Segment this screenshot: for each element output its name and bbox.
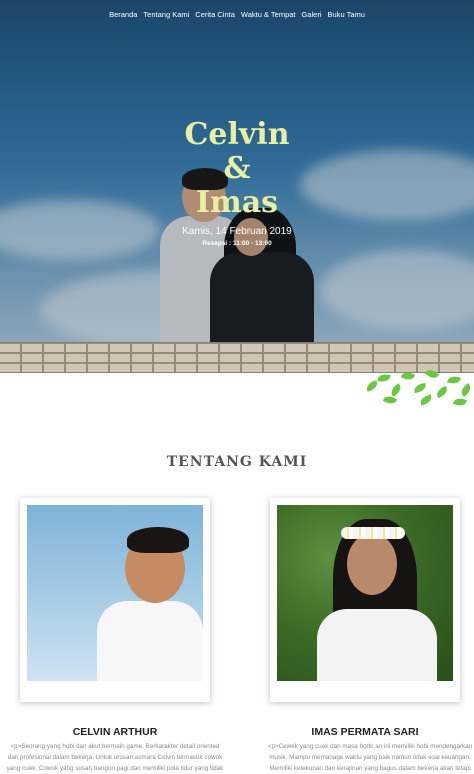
- hero-ampersand: &: [223, 151, 251, 186]
- leaf-icon: [364, 380, 380, 392]
- groom-name: CELVIN ARTHUR: [72, 726, 158, 738]
- groom-desc-line: yang cuek. Cowok yang susah bangun pagi …: [6, 765, 224, 772]
- groom-desc-line: <p>Seorang yang hobi dan akut bermain ga…: [10, 743, 220, 750]
- bride-desc-line: <p>Cewek yang cuek dan masa bodo an ini …: [267, 743, 473, 750]
- leaf-icon: [388, 383, 404, 397]
- groom-shirt: [97, 601, 203, 681]
- leaf-icon: [377, 373, 391, 383]
- leaves-decoration: [362, 367, 474, 408]
- bride-description: <p>Cewek yang cuek dan masa bodo an ini …: [250, 741, 474, 774]
- leaf-icon: [434, 385, 450, 399]
- bride-dress: [317, 609, 437, 681]
- groom-desc-line: dan profesional dalam bekerja. Untuk uru…: [7, 754, 223, 761]
- hero-date: Kamis, 14 Februari 2019: [182, 226, 292, 237]
- groom-photo-card: [20, 498, 210, 702]
- nav-waktu-tempat[interactable]: Waktu & Tempat: [241, 10, 296, 19]
- hero-name-groom: Celvin: [184, 117, 290, 152]
- bride-face: [347, 533, 397, 595]
- leaf-icon: [400, 369, 416, 383]
- bride-photo-card: [270, 498, 460, 702]
- nav-tentang-kami[interactable]: Tentang Kami: [143, 10, 189, 19]
- groom-description: <p>Seorang yang hobi dan akut bermain ga…: [0, 741, 240, 774]
- bride-photo: [277, 505, 453, 681]
- leaf-icon: [424, 367, 440, 381]
- hero-section: Beranda Tentang Kami Cerita Cinta Waktu …: [0, 0, 474, 342]
- hero-time: Resepsi : 11:00 - 13:00: [202, 240, 272, 247]
- section-title-tentang-kami: TENTANG KAMI: [166, 454, 308, 470]
- hero-name-bride: Imas: [195, 185, 279, 220]
- groom-hair: [127, 527, 189, 553]
- bride-name: IMAS PERMATA SARI: [311, 726, 419, 738]
- flower-crown-icon: [341, 527, 405, 539]
- groom-photo: [27, 505, 203, 681]
- leaf-icon: [419, 394, 433, 406]
- nav-buku-tamu[interactable]: Buku Tamu: [328, 10, 365, 19]
- leaf-icon: [458, 383, 474, 397]
- nav-cerita-cinta[interactable]: Cerita Cinta: [195, 10, 235, 19]
- bride-desc-line: Memiliki ketekunan dan kerajinan yang ba…: [269, 765, 471, 772]
- leaf-icon: [447, 374, 461, 386]
- nav-beranda[interactable]: Beranda: [109, 10, 137, 19]
- main-nav: Beranda Tentang Kami Cerita Cinta Waktu …: [0, 10, 474, 19]
- bride-desc-line: musik. Mampu memanage waktu yang baik na…: [269, 754, 471, 761]
- leaf-icon: [452, 396, 468, 408]
- nav-galeri[interactable]: Galeri: [302, 10, 322, 19]
- leaf-icon: [413, 383, 427, 393]
